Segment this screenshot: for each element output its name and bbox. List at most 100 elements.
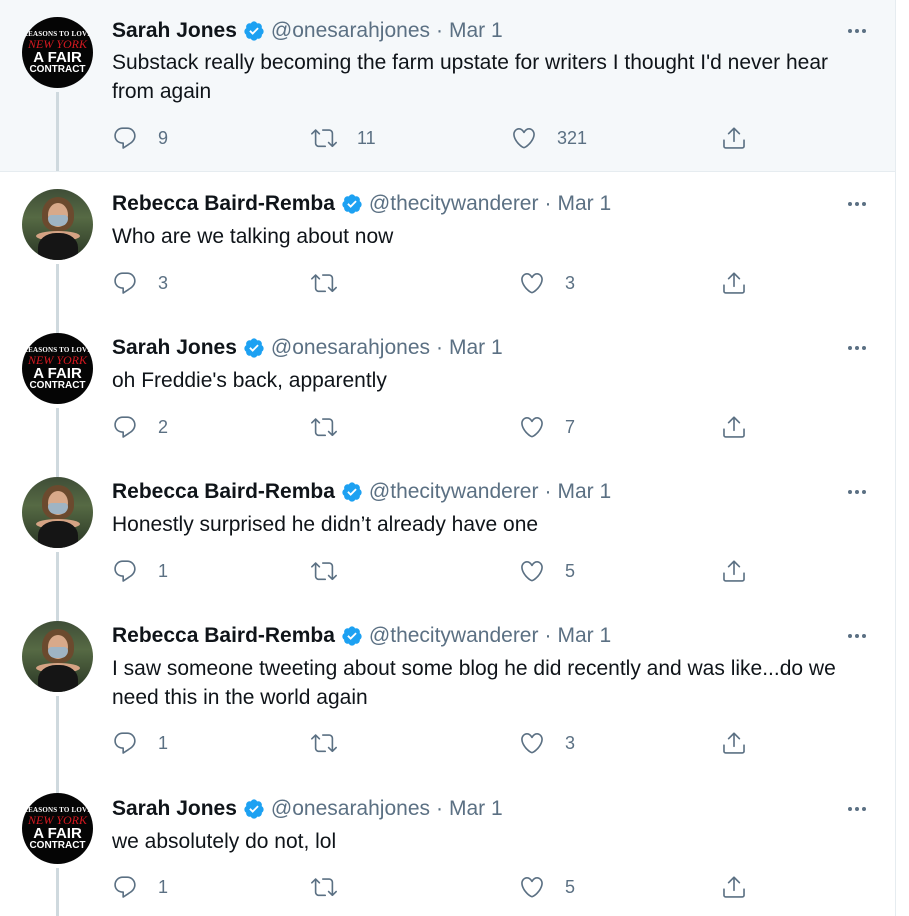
reply-icon — [114, 272, 136, 294]
tweet[interactable]: Rebecca Baird-Remba @thecitywanderer · M… — [0, 604, 895, 776]
thread-line — [56, 776, 59, 793]
more-options-icon[interactable] — [844, 626, 870, 646]
like-icon — [521, 876, 543, 898]
tweet-text: oh Freddie's back, apparently — [112, 369, 387, 392]
share-button[interactable] — [721, 874, 747, 900]
retweet-button[interactable] — [311, 414, 357, 440]
avatar[interactable]: REASONS TO LOVE NEW YORK A FAIR CONTRACT — [22, 793, 93, 864]
author-handle[interactable]: @onesarahjones — [271, 19, 430, 43]
avatar-text-line: NEW YORK — [27, 352, 87, 367]
tweet-date[interactable]: Mar 1 — [557, 192, 611, 216]
share-icon — [723, 732, 745, 754]
tweet-header: Sarah Jones @onesarahjones · Mar 1 — [112, 796, 503, 822]
share-button[interactable] — [721, 730, 747, 756]
avatar-text-line: A FAIR — [33, 364, 82, 382]
avatar-text-line: A FAIR — [33, 824, 82, 842]
reply-button[interactable]: 3 — [112, 270, 168, 296]
like-button[interactable]: 3 — [519, 270, 575, 296]
thread-line — [56, 316, 59, 333]
tweet-header: Sarah Jones @onesarahjones · Mar 1 — [112, 335, 503, 361]
author-handle[interactable]: @thecitywanderer — [369, 192, 539, 216]
like-button[interactable]: 5 — [519, 874, 575, 900]
thread-line — [56, 868, 59, 916]
author-handle[interactable]: @onesarahjones — [271, 797, 430, 821]
reply-button[interactable]: 1 — [112, 558, 168, 584]
tweet-date[interactable]: Mar 1 — [449, 19, 503, 43]
share-button[interactable] — [721, 125, 747, 151]
retweet-button[interactable]: 11 — [311, 125, 376, 151]
author-handle[interactable]: @onesarahjones — [271, 336, 430, 360]
thread-line — [56, 92, 59, 171]
author-name[interactable]: Rebecca Baird-Remba — [112, 192, 335, 216]
reply-button[interactable]: 1 — [112, 730, 168, 756]
tweet-header: Rebecca Baird-Remba @thecitywanderer · M… — [112, 623, 611, 649]
like-count: 3 — [565, 272, 576, 293]
retweet-button[interactable] — [311, 874, 357, 900]
verified-badge-icon — [342, 626, 362, 646]
more-options-icon[interactable] — [844, 338, 870, 358]
share-icon — [723, 416, 745, 438]
tweet-date[interactable]: Mar 1 — [557, 624, 611, 648]
more-options-icon[interactable] — [844, 194, 870, 214]
tweet-date[interactable]: Mar 1 — [557, 480, 611, 504]
author-name[interactable]: Sarah Jones — [112, 336, 237, 360]
reply-button[interactable]: 9 — [112, 125, 168, 151]
more-options-icon[interactable] — [844, 482, 870, 502]
like-count: 321 — [557, 127, 588, 148]
reply-icon — [114, 560, 136, 582]
share-icon — [723, 127, 745, 149]
author-name[interactable]: Sarah Jones — [112, 19, 237, 43]
like-icon — [521, 416, 543, 438]
like-button[interactable]: 3 — [519, 730, 575, 756]
author-handle[interactable]: @thecitywanderer — [369, 480, 539, 504]
avatar[interactable] — [22, 621, 93, 692]
tweet[interactable]: REASONS TO LOVE NEW YORK A FAIR CONTRACT… — [0, 0, 895, 171]
retweet-icon — [311, 274, 337, 293]
tweet-text: we absolutely do not, lol — [112, 830, 337, 853]
avatar-text-line: NEW YORK — [27, 36, 87, 51]
more-options-icon[interactable] — [844, 799, 870, 819]
tweet-date[interactable]: Mar 1 — [449, 797, 503, 821]
reply-count: 1 — [158, 732, 169, 753]
reply-button[interactable]: 1 — [112, 874, 168, 900]
retweet-button[interactable] — [311, 730, 357, 756]
tweet[interactable]: REASONS TO LOVE NEW YORK A FAIR CONTRACT… — [0, 776, 895, 916]
thread-line — [56, 408, 59, 460]
avatar[interactable] — [22, 189, 93, 260]
share-icon — [723, 560, 745, 582]
avatar[interactable] — [22, 477, 93, 548]
tweet[interactable]: Rebecca Baird-Remba @thecitywanderer · M… — [0, 172, 895, 316]
tweet-text: I saw someone tweeting about some blog h… — [112, 657, 836, 709]
avatar[interactable]: REASONS TO LOVE NEW YORK A FAIR CONTRACT — [22, 333, 93, 404]
like-button[interactable]: 7 — [519, 414, 575, 440]
share-button[interactable] — [721, 414, 747, 440]
author-name[interactable]: Rebecca Baird-Remba — [112, 480, 335, 504]
like-button[interactable]: 321 — [511, 125, 587, 151]
retweet-button[interactable] — [311, 558, 357, 584]
verified-badge-icon — [244, 21, 264, 41]
like-button[interactable]: 5 — [519, 558, 575, 584]
like-count: 5 — [565, 876, 576, 897]
avatar-text-line: NEW YORK — [27, 812, 87, 827]
separator-dot: · — [544, 624, 552, 647]
separator-dot: · — [436, 19, 443, 42]
verified-badge-icon — [244, 338, 264, 358]
reply-button[interactable]: 2 — [112, 414, 168, 440]
reply-count: 1 — [158, 876, 169, 897]
like-icon — [513, 127, 535, 149]
author-name[interactable]: Rebecca Baird-Remba — [112, 624, 335, 648]
avatar-text-line: A FAIR — [33, 48, 82, 66]
tweet[interactable]: REASONS TO LOVE NEW YORK A FAIR CONTRACT… — [0, 316, 895, 460]
tweet-date[interactable]: Mar 1 — [449, 336, 503, 360]
retweet-button[interactable] — [311, 270, 357, 296]
thread-line — [56, 696, 59, 776]
author-handle[interactable]: @thecitywanderer — [369, 624, 539, 648]
avatar[interactable]: REASONS TO LOVE NEW YORK A FAIR CONTRACT — [22, 17, 93, 88]
share-button[interactable] — [721, 270, 747, 296]
tweet[interactable]: Rebecca Baird-Remba @thecitywanderer · M… — [0, 460, 895, 604]
reply-count: 2 — [158, 416, 169, 437]
author-name[interactable]: Sarah Jones — [112, 797, 237, 821]
share-button[interactable] — [721, 558, 747, 584]
more-options-icon[interactable] — [844, 21, 870, 41]
separator-dot: · — [436, 797, 443, 820]
